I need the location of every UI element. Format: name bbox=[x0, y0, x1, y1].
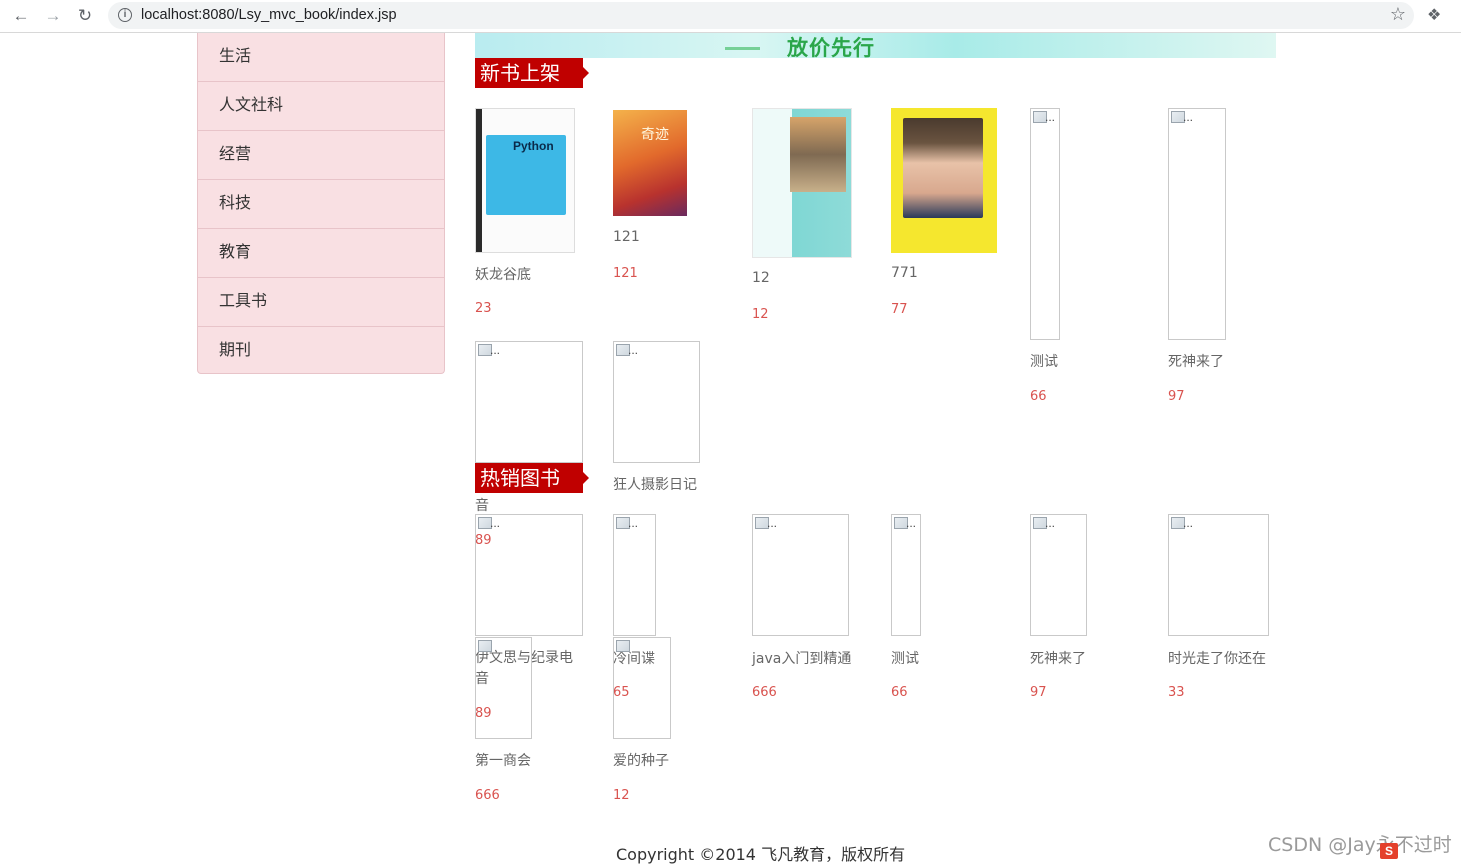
cover-title-art: Python bbox=[513, 139, 554, 153]
address-bar[interactable]: i localhost:8080/Lsy_mvc_book/index.jsp … bbox=[108, 2, 1414, 29]
book-price: 97 bbox=[1030, 685, 1047, 700]
python-book-cover[interactable]: Python bbox=[475, 108, 575, 253]
sidebar-item-label: 期刊 bbox=[219, 340, 252, 359]
sidebar-item-business[interactable]: 经营 bbox=[198, 131, 444, 180]
sidebar-item-label: 教育 bbox=[219, 242, 252, 261]
book-price: 12 bbox=[613, 788, 630, 803]
sidebar-item-label: 生活 bbox=[219, 46, 252, 65]
image-alt-text: ... bbox=[767, 516, 778, 530]
image-alt-text: ... bbox=[1045, 110, 1056, 124]
book-name-overflow: 音 bbox=[475, 498, 489, 514]
promo-banner[interactable]: 放价先行 bbox=[475, 33, 1276, 58]
book-price: 23 bbox=[475, 301, 492, 316]
broken-image[interactable]: ... bbox=[475, 341, 583, 463]
sidebar-item-journals[interactable]: 期刊 bbox=[198, 327, 444, 376]
book-name[interactable]: 12 bbox=[752, 270, 770, 286]
image-alt-text: ... bbox=[906, 516, 917, 530]
image-alt-text: ... bbox=[1183, 110, 1194, 124]
book-name[interactable]: 狂人摄影日记 bbox=[613, 474, 697, 494]
copyright-footer: Copyright ©2014 飞凡教育，版权所有 bbox=[616, 845, 906, 864]
cover-title-art: 奇迹 bbox=[641, 127, 669, 143]
broken-image[interactable]: ... bbox=[613, 341, 700, 463]
section-title-new-books: 新书上架 bbox=[475, 58, 589, 88]
book-name[interactable]: java入门到精通 bbox=[752, 648, 851, 668]
broken-image[interactable]: ... bbox=[1030, 108, 1060, 340]
broken-image[interactable]: ... bbox=[891, 514, 921, 636]
book-price: 66 bbox=[1030, 389, 1047, 404]
image-alt-text: ... bbox=[628, 516, 639, 530]
cover-photo bbox=[790, 117, 846, 192]
info-icon[interactable]: i bbox=[118, 8, 132, 22]
extensions-puzzle-icon[interactable]: ❖ bbox=[1427, 5, 1441, 25]
url-text[interactable]: localhost:8080/Lsy_mvc_book/index.jsp bbox=[141, 7, 397, 23]
book-price: 666 bbox=[475, 788, 500, 803]
book-name[interactable]: 爱的种子 bbox=[613, 750, 669, 770]
book-price: 77 bbox=[891, 302, 908, 317]
book-name[interactable]: 121 bbox=[613, 229, 640, 245]
book-name[interactable]: 妖龙谷底 bbox=[475, 264, 531, 284]
forward-arrow-icon[interactable]: → bbox=[40, 4, 66, 28]
book-price: 666 bbox=[752, 685, 777, 700]
sidebar-item-technology[interactable]: 科技 bbox=[198, 180, 444, 229]
browser-toolbar: ← → ↻ i localhost:8080/Lsy_mvc_book/inde… bbox=[0, 0, 1461, 33]
banner-decoration bbox=[725, 47, 760, 50]
broken-image[interactable] bbox=[475, 637, 532, 739]
book-name[interactable]: 死神来了 bbox=[1030, 648, 1086, 668]
cover-photo bbox=[903, 118, 983, 218]
broken-image[interactable]: ... bbox=[1168, 514, 1269, 636]
time-book-cover[interactable] bbox=[891, 108, 997, 253]
sidebar-item-life[interactable]: 生活 bbox=[198, 33, 444, 82]
book-name[interactable]: 771 bbox=[891, 265, 918, 281]
section-title-hot-books: 热销图书 bbox=[475, 463, 589, 493]
book-name[interactable]: 测试 bbox=[891, 648, 919, 668]
broken-image-icon bbox=[478, 640, 492, 652]
book-price: 33 bbox=[1168, 685, 1185, 700]
broken-image[interactable]: ... bbox=[1168, 108, 1226, 340]
book-price: 121 bbox=[613, 266, 638, 281]
sidebar-item-label: 人文社科 bbox=[219, 95, 284, 114]
image-alt-text: ... bbox=[1045, 516, 1056, 530]
csdn-logo-icon[interactable]: S bbox=[1380, 843, 1398, 859]
book-price: 97 bbox=[1168, 389, 1185, 404]
image-alt-text: ... bbox=[1183, 516, 1194, 530]
broken-image[interactable]: ... bbox=[613, 514, 656, 636]
book-name[interactable]: 死神来了 bbox=[1168, 351, 1224, 371]
bookmark-star-icon[interactable]: ☆ bbox=[1390, 4, 1406, 25]
back-arrow-icon[interactable]: ← bbox=[8, 4, 34, 28]
book-name[interactable]: 第一商会 bbox=[475, 750, 531, 770]
book-name[interactable]: 测试 bbox=[1030, 351, 1058, 371]
sidebar-item-label: 经营 bbox=[219, 144, 252, 163]
image-alt-text: ... bbox=[490, 516, 501, 530]
sidebar-item-label: 科技 bbox=[219, 193, 252, 212]
book-price: 66 bbox=[891, 685, 908, 700]
sidebar-item-reference[interactable]: 工具书 bbox=[198, 278, 444, 327]
broken-image[interactable]: ... bbox=[1030, 514, 1087, 636]
book-name[interactable]: 时光走了你还在 bbox=[1168, 648, 1266, 668]
banner-text: 放价先行 bbox=[787, 36, 875, 58]
cover-spine bbox=[476, 109, 482, 252]
category-sidebar: 生活 人文社科 经营 科技 教育 工具书 期刊 bbox=[197, 33, 445, 374]
sidebar-item-label: 工具书 bbox=[219, 291, 268, 310]
reload-icon[interactable]: ↻ bbox=[72, 4, 98, 28]
csdn-watermark: CSDN @Jay永不过时 bbox=[1268, 834, 1452, 856]
sidebar-item-humanities[interactable]: 人文社科 bbox=[198, 82, 444, 131]
broken-image[interactable] bbox=[613, 637, 671, 739]
love-book-cover[interactable] bbox=[752, 108, 852, 258]
book-price: 89 bbox=[475, 533, 492, 548]
image-alt-text: ... bbox=[490, 343, 501, 357]
image-alt-text: ... bbox=[628, 343, 639, 357]
broken-image[interactable]: ... bbox=[752, 514, 849, 636]
broken-image-icon bbox=[616, 640, 630, 652]
book-price: 12 bbox=[752, 307, 769, 322]
miracle-book-cover[interactable]: 奇迹 bbox=[613, 110, 687, 216]
sidebar-item-education[interactable]: 教育 bbox=[198, 229, 444, 278]
